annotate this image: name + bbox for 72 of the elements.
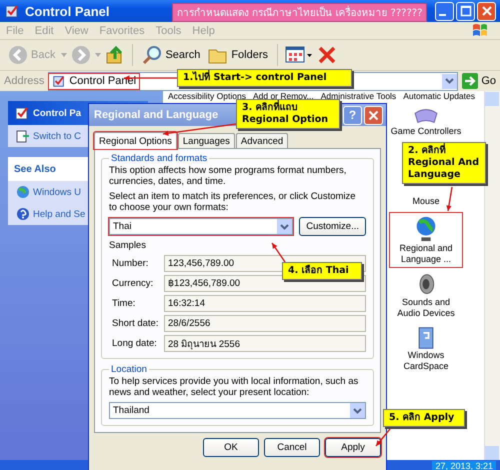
control-panel-icon (14, 105, 30, 121)
minimize-icon (439, 14, 446, 16)
control-panel-item[interactable]: Regional and Language ... (389, 212, 463, 268)
sample-value: 28 มิถุนายน 2556 (164, 335, 366, 352)
sample-value: 16:32:14 (164, 295, 366, 312)
instruction-text: Select an item to match its preferences, or click Customize to choose your own formats: (109, 191, 357, 213)
go-arrow-icon (462, 73, 478, 89)
dialog-button[interactable]: Cancel (264, 438, 320, 457)
pointer-arrow (271, 242, 286, 262)
sample-value: 28/6/2556 (164, 315, 366, 332)
description-text: This option affects how some programs format numbers, currencies, dates, and time. (109, 165, 348, 187)
pointer-arrow (446, 186, 453, 212)
close-icon (480, 5, 492, 17)
maximize-icon (460, 5, 472, 17)
close-button[interactable] (477, 2, 496, 20)
format-dropdown[interactable]: Thai (109, 218, 294, 235)
control-panel-icon (4, 3, 20, 19)
banner-tooltip: การกำหนดแสดง กรณีภาษาไทยเป็น เครื่องหมาย ?????? (172, 3, 428, 22)
sample-label: Short date: (112, 318, 160, 329)
location-dropdown[interactable]: Thailand (109, 402, 366, 419)
window-title: Control Panel (25, 4, 110, 18)
search-button[interactable]: Search (140, 45, 202, 65)
customize-button[interactable]: Customize... (299, 217, 366, 236)
sample-label: Time: (112, 298, 136, 309)
samples-label: Samples (109, 240, 147, 251)
sample-label: Currency: (112, 278, 154, 289)
icon-label[interactable]: Automatic Updates (403, 91, 476, 101)
dialog-button[interactable]: Apply (325, 438, 381, 457)
minimize-button[interactable] (435, 2, 454, 20)
go-button[interactable]: Go (462, 73, 496, 89)
instruction-tooltip: 5. คลิก Apply (383, 409, 465, 427)
description-text: To help services provide you with local information, such as news and weather, select your present location: (109, 376, 360, 398)
instruction-tooltip: 2. คลิกที่ Regional And Language (402, 142, 486, 184)
sidebar-link[interactable]: Switch to C (33, 130, 82, 142)
sidebar-link[interactable]: Help and Se (33, 208, 86, 220)
group-title: Standards and formats (110, 153, 208, 164)
close-icon (368, 110, 379, 120)
control-panel-item[interactable]: Windows CardSpace (389, 324, 463, 374)
scrollbar[interactable] (484, 91, 500, 460)
icon-label[interactable]: Accessibility Options (168, 91, 246, 101)
search-icon (142, 45, 162, 65)
dialog-button[interactable]: OK (203, 438, 259, 457)
maximize-button[interactable] (456, 2, 475, 20)
instruction-tooltip: 4. เลือก Thai (282, 262, 362, 280)
group-title: Location (110, 364, 148, 375)
control-panel-item[interactable]: Mouse (389, 194, 463, 209)
address-label: Address (4, 75, 44, 87)
delete-icon[interactable] (317, 45, 338, 65)
sample-label: Long date: (112, 338, 158, 349)
icon-label[interactable]: Administrative Tools (320, 91, 396, 101)
tab[interactable]: Languages (178, 133, 235, 148)
card-icon (416, 326, 436, 350)
sample-label: Number: (112, 258, 150, 269)
windows-logo-icon (472, 23, 488, 37)
icon-label[interactable]: Add or Remov... (252, 91, 314, 101)
panel-title: See Also (14, 164, 56, 174)
dialog-title: Regional and Language (94, 109, 218, 121)
tab[interactable]: Regional Options (94, 132, 177, 149)
close-button[interactable] (364, 106, 383, 124)
switch-view-icon[interactable] (16, 129, 30, 143)
instruction-tooltip: 3. คลิกที่แถบ Regional Option (236, 99, 340, 129)
panel-title: Control Pa (33, 108, 82, 118)
help-icon[interactable] (16, 207, 30, 221)
pointer-arrow (376, 428, 390, 446)
control-panel-item[interactable]: Sounds and Audio Devices (389, 271, 463, 321)
sidebar-link[interactable]: Windows U (33, 186, 82, 198)
taskbar-clock: 27, 2013, 3:21 (432, 461, 496, 470)
views-icon[interactable] (285, 46, 314, 64)
globe-icon[interactable] (16, 185, 30, 199)
folders-button[interactable]: Folders (206, 46, 270, 64)
control-panel-item[interactable]: Game Controllers (389, 104, 463, 139)
tab[interactable]: Advanced (236, 133, 288, 148)
